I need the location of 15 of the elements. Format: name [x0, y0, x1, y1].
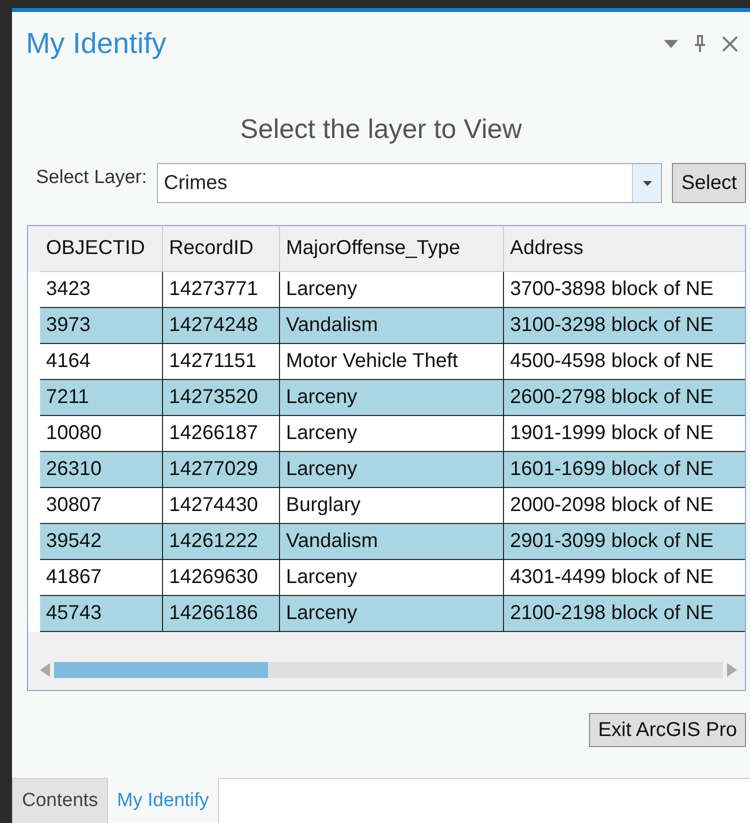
layer-dropdown[interactable]: Crimes: [156, 163, 662, 203]
caret-icon: [642, 180, 652, 186]
pin-icon[interactable]: [694, 35, 706, 53]
select-layer-label: Select Layer:: [36, 167, 147, 189]
dropdown-icon[interactable]: [664, 40, 678, 48]
table-cell: 14266186: [163, 596, 280, 632]
table-cell: 2100-2198 block of NE: [504, 596, 745, 632]
exit-button[interactable]: Exit ArcGIS Pro: [589, 713, 746, 747]
table-cell: 45743: [40, 596, 163, 632]
close-icon[interactable]: [722, 36, 738, 52]
section-heading: Select the layer to View: [239, 114, 523, 145]
select-button[interactable]: Select: [672, 163, 746, 203]
pane-tab[interactable]: Contents: [12, 778, 108, 823]
table-cell: Larceny: [280, 596, 504, 632]
pane-title: My Identify: [26, 28, 166, 60]
